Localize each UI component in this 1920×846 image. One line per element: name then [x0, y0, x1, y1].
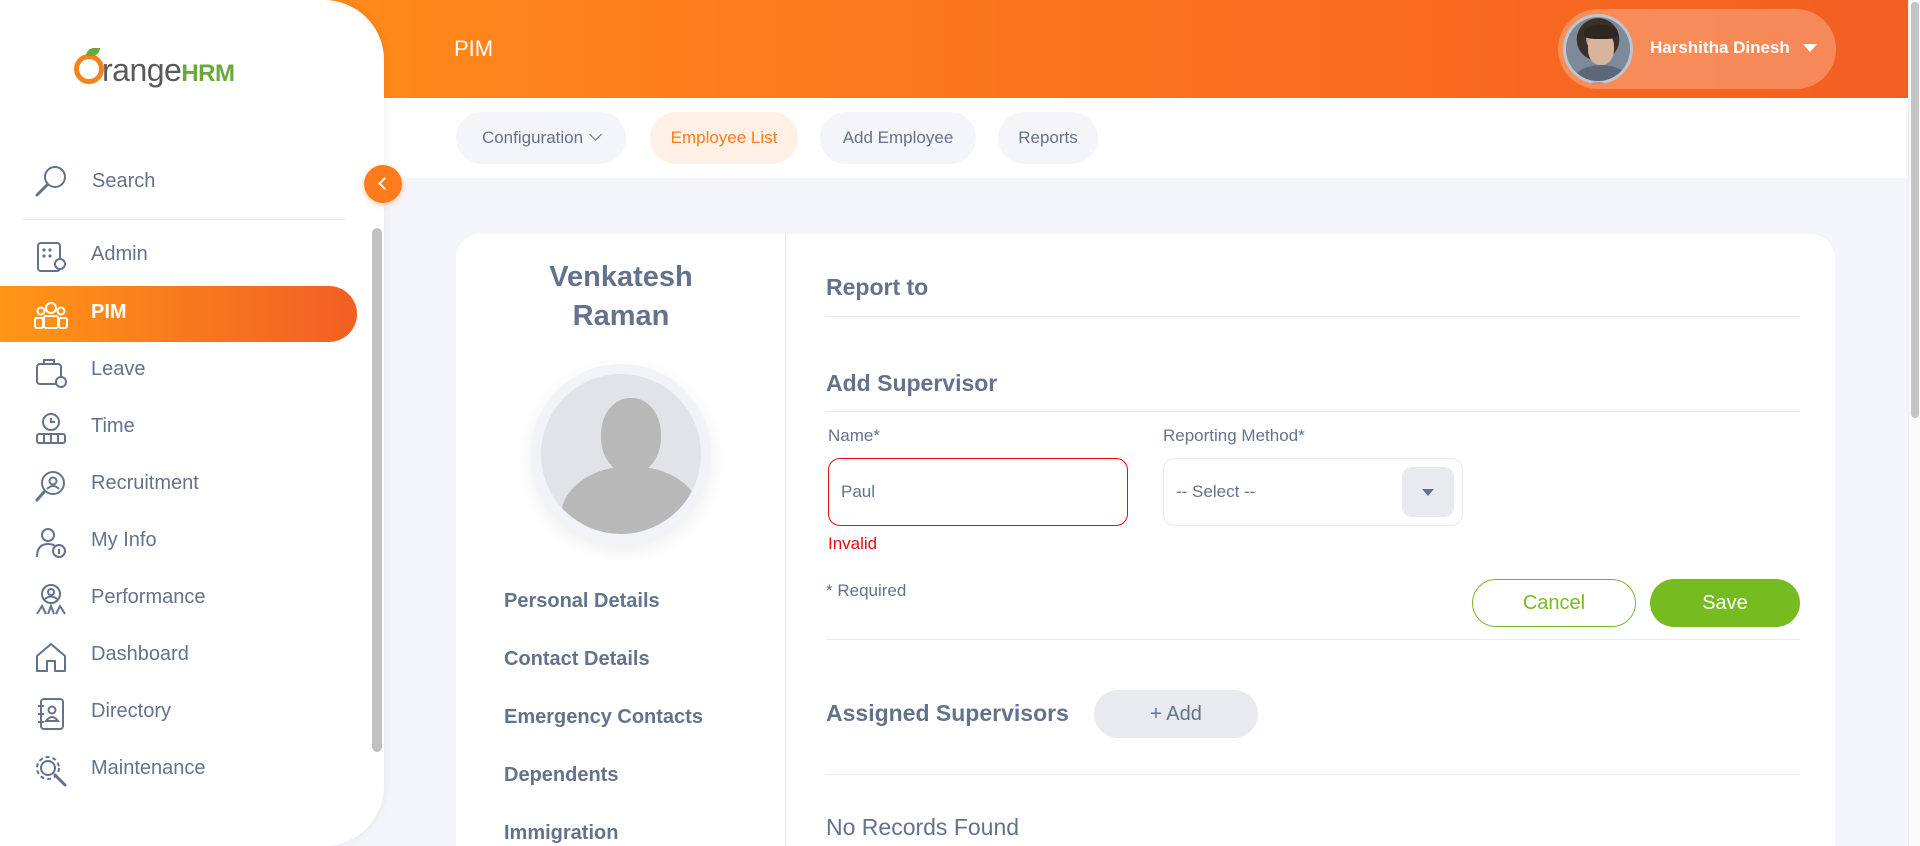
reporting-method-label: Reporting Method* — [1163, 426, 1305, 445]
sidebar-scrollbar[interactable] — [372, 228, 382, 752]
admin-icon — [37, 242, 66, 272]
module-title: PIM — [454, 36, 494, 61]
tab-reports[interactable]: Reports — [998, 112, 1098, 164]
sidebar-item-label: Directory — [91, 700, 172, 722]
time-icon — [36, 413, 66, 444]
link-contact-details[interactable]: Contact Details — [504, 648, 650, 671]
sidebar-item-directory[interactable]: Directory — [0, 685, 357, 741]
directory-icon — [38, 698, 64, 730]
divider — [826, 639, 1800, 640]
name-label: Name* — [828, 426, 880, 445]
required-note: * Required — [826, 581, 907, 600]
sidebar-search[interactable]: Search — [22, 156, 346, 220]
user-name: Harshitha Dinesh — [1650, 38, 1790, 57]
recruitment-icon — [35, 471, 65, 502]
cancel-button[interactable]: Cancel — [1472, 579, 1636, 627]
sidebar-item-label: Dashboard — [91, 643, 189, 665]
caret-down-icon — [1422, 489, 1434, 496]
sidebar-item-label: Recruitment — [91, 472, 199, 494]
pim-subnav: Configuration Employee List Add Employee… — [384, 98, 1908, 178]
employee-first-name: Venkatesh — [549, 261, 693, 293]
search-icon — [35, 166, 66, 197]
sidebar-item-my-info[interactable]: My Info — [0, 514, 357, 570]
assigned-supervisors-title: Assigned Supervisors — [826, 700, 1069, 726]
name-error-message: Invalid — [828, 534, 878, 553]
dropdown-toggle-button[interactable] — [1402, 467, 1454, 517]
sidebar-item-leave[interactable]: Leave — [0, 343, 357, 399]
user-avatar — [1563, 14, 1633, 84]
tab-configuration[interactable]: Configuration — [456, 112, 626, 164]
add-supervisor-button[interactable]: + Add — [1094, 690, 1258, 738]
tab-configuration-label: Configuration — [481, 128, 584, 147]
chevron-down-icon — [589, 128, 602, 141]
sidebar-collapse-button[interactable] — [364, 165, 402, 203]
sidebar-search-label: Search — [92, 170, 156, 192]
employee-profile-panel: Venkatesh Raman Personal Details Contact… — [456, 234, 786, 846]
tab-add-employee[interactable]: Add Employee — [820, 112, 976, 164]
sidebar-item-label: Leave — [91, 358, 146, 380]
sidebar-item-admin[interactable]: Admin — [0, 228, 357, 284]
pim-icon — [34, 302, 68, 329]
employee-last-name: Raman — [572, 300, 670, 332]
leave-icon — [36, 359, 67, 388]
maintenance-icon — [36, 756, 67, 787]
sidebar-item-maintenance[interactable]: Maintenance — [0, 742, 357, 798]
no-records-message: No Records Found — [826, 814, 1020, 840]
sidebar-item-label: Time — [91, 415, 135, 437]
orangehrm-logo: rangeHRM — [74, 46, 254, 96]
caret-down-icon — [1803, 44, 1817, 52]
sidebar-item-recruitment[interactable]: Recruitment — [0, 457, 357, 513]
link-immigration[interactable]: Immigration — [504, 822, 618, 845]
sidebar-item-time[interactable]: Time — [0, 400, 357, 456]
sidebar-item-label: Performance — [91, 586, 206, 608]
tab-reports-label: Reports — [1018, 128, 1078, 147]
link-dependents[interactable]: Dependents — [504, 764, 618, 787]
sidebar-item-pim[interactable]: PIM — [0, 286, 357, 342]
page-scrollbar-thumb[interactable] — [1911, 2, 1919, 418]
performance-icon — [36, 584, 66, 615]
page-scrollbar[interactable] — [1908, 0, 1920, 846]
user-dropdown[interactable]: Harshitha Dinesh — [1558, 9, 1836, 89]
divider — [826, 316, 1800, 317]
add-supervisor-title: Add Supervisor — [826, 370, 998, 396]
chevron-left-icon — [378, 177, 391, 190]
tab-add-employee-label: Add Employee — [842, 128, 954, 147]
employee-name: Venkatesh Raman — [476, 258, 766, 336]
link-personal-details[interactable]: Personal Details — [504, 590, 660, 613]
tab-employee-list-label: Employee List — [670, 128, 778, 147]
reporting-method-value: -- Select -- — [1176, 482, 1256, 501]
link-emergency-contacts[interactable]: Emergency Contacts — [504, 706, 703, 729]
sidebar-item-label: My Info — [91, 529, 157, 551]
report-to-title: Report to — [826, 274, 929, 300]
employee-photo[interactable] — [531, 364, 711, 544]
divider — [826, 411, 1800, 412]
dashboard-icon — [36, 643, 66, 672]
reporting-method-select[interactable]: -- Select -- — [1163, 458, 1463, 526]
sidebar-item-dashboard[interactable]: Dashboard — [0, 628, 357, 684]
save-button[interactable]: Save — [1650, 579, 1800, 627]
sidebar-item-performance[interactable]: Performance — [0, 571, 357, 627]
sidebar-item-label: Maintenance — [91, 757, 206, 779]
sidebar-item-label: Admin — [91, 243, 148, 265]
employee-card: Venkatesh Raman Personal Details Contact… — [456, 234, 1835, 846]
supervisor-name-input[interactable] — [828, 458, 1128, 526]
divider — [826, 774, 1800, 775]
tab-employee-list[interactable]: Employee List — [650, 112, 798, 164]
sidebar: rangeHRM Search Admin PIM Leave Time Rec… — [0, 0, 384, 846]
sidebar-item-label: PIM — [91, 301, 127, 323]
myinfo-icon — [36, 528, 66, 558]
